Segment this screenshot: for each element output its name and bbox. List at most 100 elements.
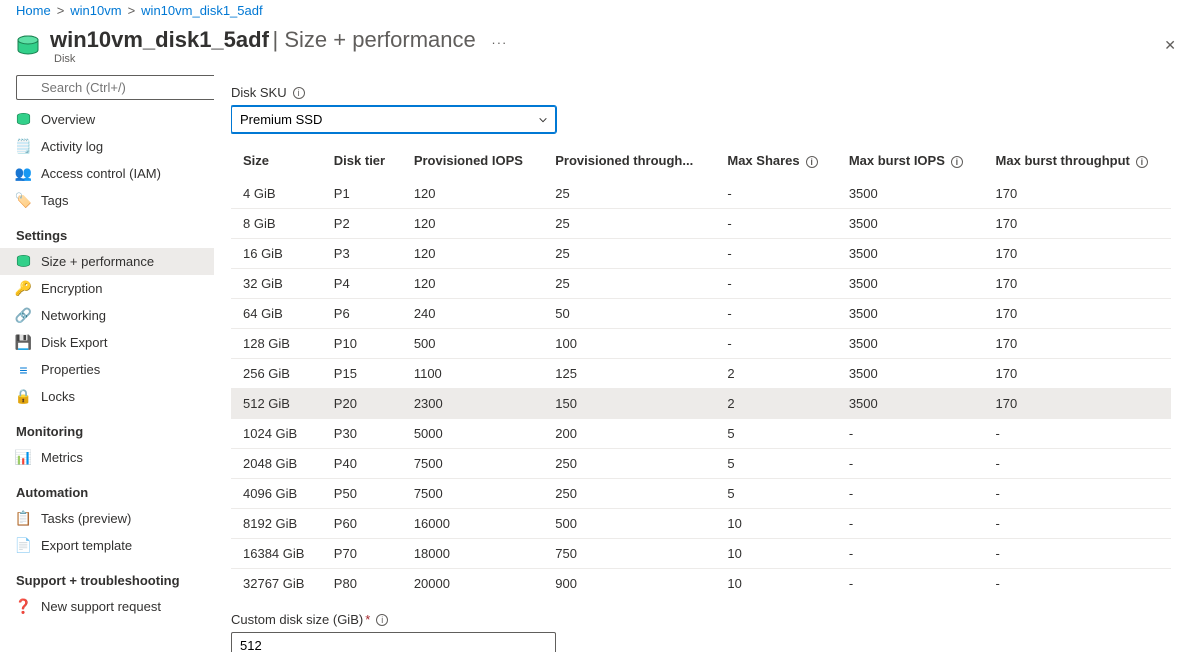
info-icon[interactable]: i — [1136, 156, 1148, 168]
sidebar-item[interactable]: 📋Tasks (preview) — [0, 505, 214, 532]
table-cell: - — [715, 209, 836, 239]
table-cell: P20 — [322, 389, 402, 419]
table-cell: - — [837, 449, 984, 479]
table-row[interactable]: 256 GiBP15110012523500170 — [231, 359, 1171, 389]
sidebar-section-title: Support + troubleshooting — [0, 559, 214, 593]
sidebar-item[interactable]: 🔗Networking — [0, 302, 214, 329]
sidebar-item[interactable]: 👥Access control (IAM) — [0, 160, 214, 187]
info-icon[interactable]: i — [376, 614, 388, 626]
table-cell: 16000 — [402, 509, 543, 539]
table-cell: P70 — [322, 539, 402, 569]
table-cell: P6 — [322, 299, 402, 329]
sidebar-item[interactable]: ❓ New support request — [0, 593, 214, 620]
sidebar-item[interactable]: Overview — [0, 106, 214, 133]
export-template-icon: 📄 — [16, 538, 31, 553]
breadcrumb-item[interactable]: win10vm — [70, 3, 121, 18]
table-cell: 7500 — [402, 479, 543, 509]
table-row[interactable]: 32 GiBP412025-3500170 — [231, 269, 1171, 299]
table-row[interactable]: 16384 GiBP701800075010-- — [231, 539, 1171, 569]
disk-sku-label: Disk SKU — [231, 85, 287, 100]
column-header[interactable]: Max burst throughputi — [984, 143, 1171, 179]
table-cell: 500 — [402, 329, 543, 359]
table-cell: P60 — [322, 509, 402, 539]
more-button[interactable]: ··· — [491, 35, 507, 50]
table-cell: 3500 — [837, 329, 984, 359]
close-button[interactable]: ✕ — [1164, 37, 1176, 54]
table-row[interactable]: 16 GiBP312025-3500170 — [231, 239, 1171, 269]
table-row[interactable]: 512 GiBP20230015023500170 — [231, 389, 1171, 419]
search-input[interactable] — [16, 75, 215, 100]
sidebar-item[interactable]: 🔒Locks — [0, 383, 214, 410]
table-cell: 25 — [543, 209, 715, 239]
sidebar-item[interactable]: Size + performance — [0, 248, 214, 275]
column-header[interactable]: Size — [231, 143, 322, 179]
info-icon[interactable]: i — [806, 156, 818, 168]
column-header[interactable]: Provisioned through... — [543, 143, 715, 179]
sidebar-item[interactable]: 📊Metrics — [0, 444, 214, 471]
table-cell: 1024 GiB — [231, 419, 322, 449]
table-cell: - — [837, 509, 984, 539]
table-cell: 170 — [984, 179, 1171, 209]
table-cell: 25 — [543, 239, 715, 269]
breadcrumb: Home>win10vm>win10vm_disk1_5adf — [0, 0, 1192, 21]
sidebar-item[interactable]: 🗒️Activity log — [0, 133, 214, 160]
sidebar-item-label: Export template — [41, 538, 132, 553]
table-cell: 3500 — [837, 269, 984, 299]
table-cell: 3500 — [837, 299, 984, 329]
column-header[interactable]: Max burst IOPSi — [837, 143, 984, 179]
sidebar-item[interactable]: ≡Properties — [0, 356, 214, 383]
table-row[interactable]: 2048 GiBP4075002505-- — [231, 449, 1171, 479]
sidebar-item-label: Size + performance — [41, 254, 154, 269]
column-header[interactable]: Provisioned IOPS — [402, 143, 543, 179]
sidebar-item-label: New support request — [41, 599, 161, 614]
table-cell: 3500 — [837, 359, 984, 389]
sidebar-item[interactable]: 💾Disk Export — [0, 329, 214, 356]
table-cell: - — [984, 569, 1171, 599]
table-cell: - — [984, 449, 1171, 479]
table-row[interactable]: 32767 GiBP802000090010-- — [231, 569, 1171, 599]
disk-sku-select[interactable]: Premium SSD — [231, 106, 556, 133]
breadcrumb-separator: > — [57, 3, 65, 18]
table-cell: 5000 — [402, 419, 543, 449]
table-cell: 512 GiB — [231, 389, 322, 419]
column-header[interactable]: Max Sharesi — [715, 143, 836, 179]
table-cell: - — [715, 329, 836, 359]
sidebar-item-label: Encryption — [41, 281, 102, 296]
table-cell: 500 — [543, 509, 715, 539]
table-row[interactable]: 4096 GiBP5075002505-- — [231, 479, 1171, 509]
sidebar-item[interactable]: 📄 Export template — [0, 532, 214, 559]
info-icon[interactable]: i — [293, 87, 305, 99]
breadcrumb-item[interactable]: Home — [16, 3, 51, 18]
table-cell: 2 — [715, 389, 836, 419]
table-cell: P1 — [322, 179, 402, 209]
table-body: 4 GiBP112025-35001708 GiBP212025-3500170… — [231, 179, 1171, 599]
table-cell: 10 — [715, 539, 836, 569]
table-row[interactable]: 8192 GiBP601600050010-- — [231, 509, 1171, 539]
support-icon: ❓ — [16, 599, 31, 614]
sidebar-item[interactable]: 🏷️Tags — [0, 187, 214, 214]
table-cell: 16384 GiB — [231, 539, 322, 569]
sidebar-item-label: Disk Export — [41, 335, 107, 350]
sidebar-item-label: Tags — [41, 193, 68, 208]
column-header[interactable]: Disk tier — [322, 143, 402, 179]
table-row[interactable]: 128 GiBP10500100-3500170 — [231, 329, 1171, 359]
table-row[interactable]: 1024 GiBP3050002005-- — [231, 419, 1171, 449]
sidebar-item-label: Properties — [41, 362, 100, 377]
custom-size-input[interactable] — [231, 632, 556, 652]
table-cell: 7500 — [402, 449, 543, 479]
table-cell: 2048 GiB — [231, 449, 322, 479]
size-icon — [16, 254, 31, 269]
table-row[interactable]: 8 GiBP212025-3500170 — [231, 209, 1171, 239]
table-cell: 250 — [543, 479, 715, 509]
breadcrumb-item[interactable]: win10vm_disk1_5adf — [141, 3, 262, 18]
table-cell: 3500 — [837, 239, 984, 269]
networking-icon: 🔗 — [16, 308, 31, 323]
table-cell: 50 — [543, 299, 715, 329]
sidebar-item[interactable]: 🔑Encryption — [0, 275, 214, 302]
info-icon[interactable]: i — [951, 156, 963, 168]
table-cell: 18000 — [402, 539, 543, 569]
table-row[interactable]: 64 GiBP624050-3500170 — [231, 299, 1171, 329]
table-row[interactable]: 4 GiBP112025-3500170 — [231, 179, 1171, 209]
table-cell: P80 — [322, 569, 402, 599]
sidebar-item-label: Tasks (preview) — [41, 511, 131, 526]
